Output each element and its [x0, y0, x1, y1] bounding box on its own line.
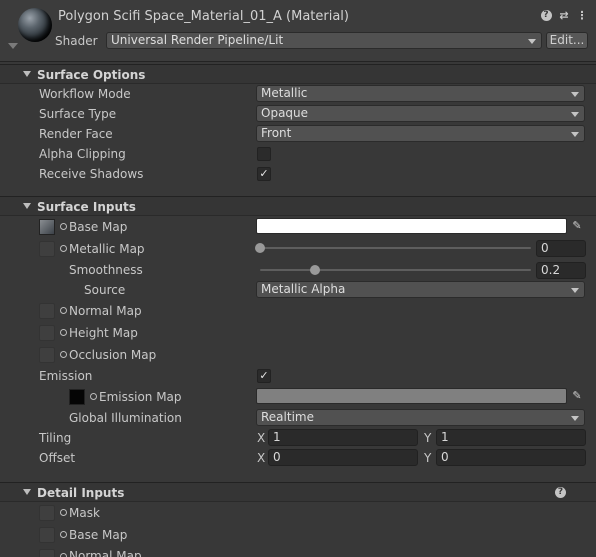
- smoothness-slider-track[interactable]: [260, 269, 531, 271]
- tiling-y-field[interactable]: 1: [436, 429, 586, 446]
- tiling-y-label: Y: [424, 431, 432, 445]
- material-header: Polygon Scifi Space_Material_01_A (Mater…: [0, 0, 596, 62]
- metallic-slider-track[interactable]: [260, 247, 531, 249]
- global-illumination-dropdown[interactable]: Realtime: [256, 409, 585, 426]
- detail-base-map-label: Base Map: [69, 528, 128, 542]
- metallic-slider-knob[interactable]: [255, 243, 265, 253]
- help-icon[interactable]: ?: [540, 9, 552, 21]
- object-picker-dot-icon[interactable]: [60, 223, 67, 230]
- metallic-map-label: Metallic Map: [69, 242, 145, 256]
- alpha-clipping-checkbox[interactable]: [257, 147, 271, 161]
- section-title: Surface Inputs: [37, 200, 136, 214]
- shader-label: Shader: [55, 34, 98, 48]
- section-title: Surface Options: [37, 68, 146, 82]
- offset-y-field[interactable]: 0: [436, 449, 586, 466]
- object-picker-dot-icon[interactable]: [60, 531, 67, 538]
- emission-checkbox[interactable]: ✓: [257, 369, 271, 383]
- chevron-down-icon: [571, 288, 579, 293]
- foldout-expanded-icon: [23, 203, 31, 209]
- material-preview-sphere[interactable]: [18, 8, 52, 42]
- detail-mask-label: Mask: [69, 506, 100, 520]
- workflow-mode-dropdown[interactable]: Metallic: [256, 85, 585, 102]
- eyedropper-icon[interactable]: ✎: [570, 389, 584, 403]
- smoothness-value-field[interactable]: 0.2: [536, 262, 586, 279]
- render-face-dropdown[interactable]: Front: [256, 125, 585, 142]
- detail-normal-map-texture-slot[interactable]: [39, 549, 55, 557]
- object-picker-dot-icon[interactable]: [60, 245, 67, 252]
- preview-dropdown-arrow-icon[interactable]: [8, 43, 18, 49]
- base-map-color-field[interactable]: [256, 218, 567, 234]
- detail-normal-map-label: Normal Map: [69, 549, 142, 557]
- tiling-x-field[interactable]: 1: [268, 429, 418, 446]
- smoothness-source-dropdown[interactable]: Metallic Alpha: [256, 281, 585, 298]
- section-title: Detail Inputs: [37, 486, 125, 500]
- chevron-down-icon: [571, 112, 579, 117]
- section-detail-inputs[interactable]: Detail Inputs ?: [0, 482, 596, 502]
- offset-x-field[interactable]: 0: [268, 449, 418, 466]
- object-picker-dot-icon[interactable]: [60, 553, 67, 557]
- tiling-x-label: X: [257, 431, 266, 445]
- global-illumination-label: Global Illumination: [69, 411, 182, 425]
- chevron-down-icon: [571, 132, 579, 137]
- shader-dropdown[interactable]: Universal Render Pipeline/Lit: [106, 32, 542, 49]
- alpha-clipping-label: Alpha Clipping: [39, 147, 126, 161]
- receive-shadows-label: Receive Shadows: [39, 167, 144, 181]
- emission-map-texture-slot[interactable]: [69, 389, 85, 405]
- object-picker-dot-icon[interactable]: [60, 307, 67, 314]
- section-surface-inputs[interactable]: Surface Inputs: [0, 196, 596, 216]
- header-icons: ? ⇄ ⋮: [540, 9, 588, 22]
- surface-type-dropdown[interactable]: Opaque: [256, 105, 585, 122]
- chevron-down-icon: [571, 92, 579, 97]
- foldout-expanded-icon: [23, 489, 31, 495]
- base-map-label: Base Map: [69, 220, 128, 234]
- eyedropper-icon[interactable]: ✎: [570, 219, 584, 233]
- detail-mask-texture-slot[interactable]: [39, 505, 55, 521]
- emission-map-label: Emission Map: [99, 390, 182, 404]
- object-picker-dot-icon[interactable]: [60, 351, 67, 358]
- workflow-mode-label: Workflow Mode: [39, 87, 131, 101]
- shader-dropdown-value: Universal Render Pipeline/Lit: [111, 33, 284, 47]
- render-face-label: Render Face: [39, 127, 113, 141]
- receive-shadows-checkbox[interactable]: ✓: [257, 167, 271, 181]
- foldout-expanded-icon: [23, 71, 31, 77]
- occlusion-map-label: Occlusion Map: [69, 348, 157, 362]
- source-label: Source: [84, 283, 126, 297]
- offset-x-label: X: [257, 451, 266, 465]
- object-picker-dot-icon[interactable]: [60, 509, 67, 516]
- workflow-mode-value: Metallic: [261, 86, 308, 100]
- help-icon[interactable]: ?: [555, 487, 566, 498]
- global-illumination-value: Realtime: [261, 410, 314, 424]
- render-face-value: Front: [261, 126, 292, 140]
- normal-map-label: Normal Map: [69, 304, 142, 318]
- chevron-down-icon: [571, 416, 579, 421]
- chevron-down-icon: [528, 39, 536, 44]
- normal-map-texture-slot[interactable]: [39, 303, 55, 319]
- material-title: Polygon Scifi Space_Material_01_A (Mater…: [58, 9, 349, 24]
- height-map-label: Height Map: [69, 326, 138, 340]
- offset-y-label: Y: [424, 451, 432, 465]
- surface-type-label: Surface Type: [39, 107, 117, 121]
- context-menu-icon[interactable]: ⋮: [576, 9, 588, 22]
- tiling-label: Tiling: [39, 431, 72, 445]
- metallic-map-texture-slot[interactable]: [39, 241, 55, 257]
- base-map-texture-slot[interactable]: [39, 219, 55, 235]
- smoothness-label: Smoothness: [69, 263, 143, 277]
- section-surface-options[interactable]: Surface Options: [0, 64, 596, 84]
- surface-type-value: Opaque: [261, 106, 309, 120]
- emission-label: Emission: [39, 369, 93, 383]
- height-map-texture-slot[interactable]: [39, 325, 55, 341]
- offset-label: Offset: [39, 451, 76, 465]
- settings-sliders-icon[interactable]: ⇄: [558, 9, 570, 22]
- object-picker-dot-icon[interactable]: [90, 393, 97, 400]
- metallic-value-field[interactable]: 0: [536, 240, 586, 257]
- object-picker-dot-icon[interactable]: [60, 329, 67, 336]
- emission-color-field[interactable]: [256, 388, 567, 404]
- edit-shader-button[interactable]: Edit...: [546, 32, 588, 49]
- occlusion-map-texture-slot[interactable]: [39, 347, 55, 363]
- source-value: Metallic Alpha: [261, 282, 346, 296]
- smoothness-slider-knob[interactable]: [310, 265, 320, 275]
- detail-base-map-texture-slot[interactable]: [39, 527, 55, 543]
